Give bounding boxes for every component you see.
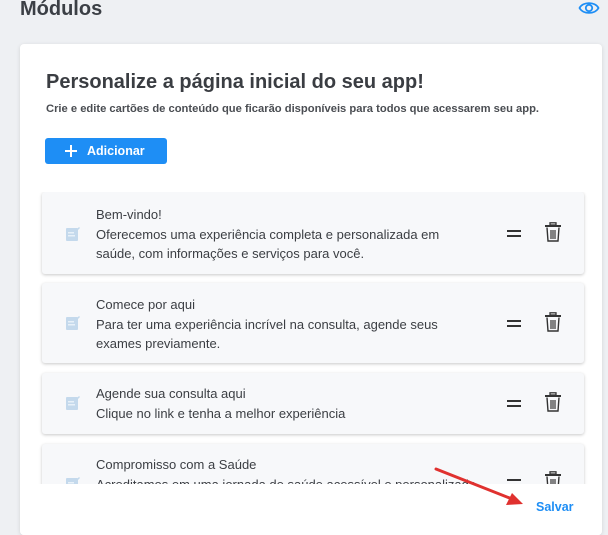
content-card[interactable]: Compromisso com a Saúde Acreditamos em u… bbox=[42, 444, 584, 484]
page-title: Módulos bbox=[20, 0, 103, 20]
card-title: Agende sua consulta aqui bbox=[96, 386, 246, 401]
modules-panel: Personalize a página inicial do seu app!… bbox=[20, 44, 602, 535]
panel-footer: Salvar bbox=[20, 484, 602, 535]
card-title: Compromisso com a Saúde bbox=[96, 457, 257, 472]
panel-title: Personalize a página inicial do seu app! bbox=[46, 71, 424, 93]
card-title: Bem-vindo! bbox=[96, 207, 162, 222]
card-text: Para ter uma experiência incrível na con… bbox=[96, 317, 438, 351]
content-card[interactable]: Agende sua consulta aqui Clique no link … bbox=[42, 373, 584, 434]
plus-icon bbox=[65, 145, 77, 157]
edit-document-icon[interactable] bbox=[66, 477, 80, 484]
preview-button[interactable] bbox=[578, 0, 600, 17]
trash-icon[interactable] bbox=[544, 471, 562, 484]
card-text: Acreditamos em uma jornada de saúde aces… bbox=[96, 475, 476, 484]
content-card[interactable]: Comece por aqui Para ter uma experiência… bbox=[42, 283, 584, 363]
eye-icon bbox=[578, 2, 600, 14]
edit-document-icon[interactable] bbox=[66, 316, 80, 330]
trash-icon[interactable] bbox=[544, 312, 562, 332]
drag-handle-icon[interactable] bbox=[507, 230, 521, 237]
page-header: Módulos bbox=[0, 0, 608, 30]
card-text: Clique no link e tenha a melhor experiên… bbox=[96, 406, 346, 421]
save-button[interactable]: Salvar bbox=[536, 500, 574, 514]
add-button[interactable]: Adicionar bbox=[45, 138, 167, 164]
edit-document-icon[interactable] bbox=[66, 396, 80, 410]
card-text: Oferecemos uma experiência completa e pe… bbox=[96, 227, 440, 261]
edit-document-icon[interactable] bbox=[66, 227, 80, 241]
card-title: Comece por aqui bbox=[96, 297, 195, 312]
content-card[interactable]: Bem-vindo! Oferecemos uma experiência co… bbox=[42, 192, 584, 274]
add-button-label: Adicionar bbox=[87, 144, 145, 158]
panel-subtitle: Crie e edite cartões de conteúdo que fic… bbox=[46, 103, 540, 115]
trash-icon[interactable] bbox=[544, 222, 562, 242]
trash-icon[interactable] bbox=[544, 392, 562, 412]
drag-handle-icon[interactable] bbox=[507, 320, 521, 327]
cards-list[interactable]: Bem-vindo! Oferecemos uma experiência co… bbox=[20, 192, 602, 484]
drag-handle-icon[interactable] bbox=[507, 400, 521, 407]
